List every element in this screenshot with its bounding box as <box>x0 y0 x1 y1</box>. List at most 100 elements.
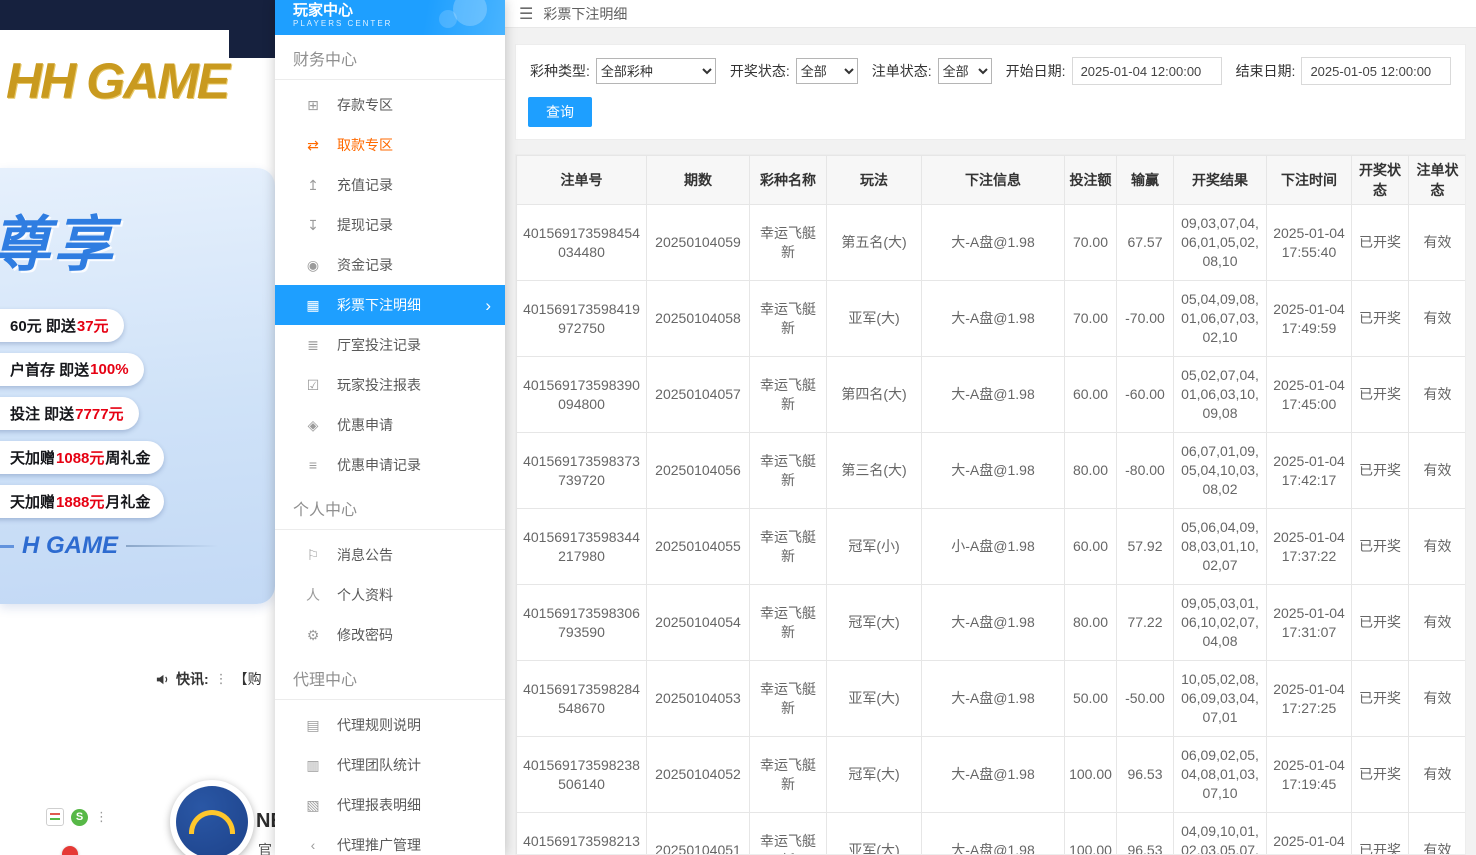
column-header: 期数 <box>647 156 750 205</box>
order-status-select[interactable]: 全部 <box>938 58 992 84</box>
ticker-text[interactable]: 【购 <box>234 669 262 689</box>
table-cell: -50.00 <box>1117 661 1174 737</box>
lottery-type-select[interactable]: 全部彩种 <box>596 58 716 84</box>
team-logo-inner <box>176 786 248 855</box>
table-cell: 幸运飞艇新 <box>750 509 827 585</box>
sidebar-item-label: 代理推广管理 <box>337 835 421 855</box>
promo-panel: 尊享 60元 即送37元户首存 即送100%投注 即送7777元天加赠1088元… <box>0 168 275 604</box>
sidebar-header: 玩家中心 PLAYERS CENTER <box>275 0 505 35</box>
table-cell: 大-A盘@1.98 <box>922 433 1065 509</box>
sidebar-item-label: 优惠申请记录 <box>337 455 421 475</box>
sidebar-item-agent-report-details[interactable]: ▧代理报表明细 <box>275 785 505 825</box>
sidebar-item-change-password[interactable]: ⚙修改密码 <box>275 615 505 655</box>
sidebar-item-label: 消息公告 <box>337 545 393 565</box>
sidebar-item-promo-apply[interactable]: ◈优惠申请 <box>275 405 505 445</box>
promo-offers: 60元 即送37元户首存 即送100%投注 即送7777元天加赠1088元周礼金… <box>0 309 275 518</box>
sidebar-item-agent-promotion[interactable]: ‹ 代理推广管理 <box>275 825 505 855</box>
sidebar-item-player-bet-report[interactable]: ☑玩家投注报表 <box>275 365 505 405</box>
sidebar-item-label: 存款专区 <box>337 95 393 115</box>
brand-rule <box>126 545 218 547</box>
table-cell: 70.00 <box>1065 281 1117 357</box>
end-date-label: 结束日期: <box>1236 61 1296 81</box>
table-row: 40156917359821387879020250104051幸运飞艇新亚军(… <box>517 813 1467 855</box>
table-row: 40156917359834421798020250104055幸运飞艇新冠军(… <box>517 509 1467 585</box>
site-logo: HH GAME <box>6 52 228 110</box>
table-cell: 04,09,10,01,02,03,05,07,06,08 <box>1174 813 1267 855</box>
sidebar-item-funds-records[interactable]: ◉资金记录 <box>275 245 505 285</box>
table-cell: 幸运飞艇新 <box>750 281 827 357</box>
draw-status-select[interactable]: 全部 <box>796 58 858 84</box>
sidebar-section: 财务中心⊞存款专区⇄取款专区↥充值记录↧提现记录◉资金记录▦彩票下注明细›≣厅室… <box>275 35 505 485</box>
sidebar-item-agent-team-stats[interactable]: ▥代理团队统计 <box>275 745 505 785</box>
table-cell: 20250104055 <box>647 509 750 585</box>
sidebar-item-deposit[interactable]: ⊞ 存款专区 <box>275 85 505 125</box>
sidebar-sections: 财务中心⊞存款专区⇄取款专区↥充值记录↧提现记录◉资金记录▦彩票下注明细›≣厅室… <box>275 35 505 855</box>
end-date-input[interactable] <box>1301 57 1451 85</box>
sidebar-item-promo-apply-records[interactable]: ≡优惠申请记录 <box>275 445 505 485</box>
table-cell: 401569173598390094800 <box>517 357 647 433</box>
table-cell: 冠军(大) <box>827 737 922 813</box>
sidebar-item-recharge-records[interactable]: ↥充值记录 <box>275 165 505 205</box>
column-header: 玩法 <box>827 156 922 205</box>
start-date-input[interactable] <box>1072 57 1222 85</box>
table-cell: 第五名(大) <box>827 205 922 281</box>
table-row: 40156917359839009480020250104057幸运飞艇新第四名… <box>517 357 1467 433</box>
table-row: 40156917359830679359020250104054幸运飞艇新冠军(… <box>517 585 1467 661</box>
news-ticker[interactable]: 快讯: ⋮ 【购 <box>155 666 262 692</box>
table-cell: 20250104058 <box>647 281 750 357</box>
column-header: 注单号 <box>517 156 647 205</box>
table-cell: 亚军(大) <box>827 281 922 357</box>
table-cell: 2025-01-04 17:49:59 <box>1267 281 1352 357</box>
sidebar-item-label: 取款专区 <box>337 135 393 155</box>
agent-promotion-share-icon: ‹ <box>303 837 323 853</box>
footer-badges: S ⋮ <box>46 808 108 826</box>
table-cell: 10,05,02,08,06,09,03,04,07,01 <box>1174 661 1267 737</box>
sidebar-item-hall-bet-records[interactable]: ≣厅室投注记录 <box>275 325 505 365</box>
sidebar-item-withdraw-records[interactable]: ↧提现记录 <box>275 205 505 245</box>
table-cell: 第三名(大) <box>827 433 922 509</box>
brand-dash <box>0 545 14 548</box>
table-cell: 2025-01-04 17:27:25 <box>1267 661 1352 737</box>
announcement-bell-icon: ⚐ <box>303 547 323 564</box>
table-cell: 有效 <box>1409 205 1467 281</box>
table-cell: 幸运飞艇新 <box>750 813 827 855</box>
table-cell: 60.00 <box>1065 509 1117 585</box>
sidebar-item-label: 优惠申请 <box>337 415 393 435</box>
sidebar-item-announcements[interactable]: ⚐ 消息公告 <box>275 535 505 575</box>
column-header: 下注信息 <box>922 156 1065 205</box>
bets-table: 注单号期数彩种名称玩法下注信息投注额输赢开奖结果下注时间开奖状态注单状态 401… <box>516 155 1466 855</box>
table-cell: 401569173598419972750 <box>517 281 647 357</box>
table-cell: 09,05,03,01,06,10,02,07,04,08 <box>1174 585 1267 661</box>
dots-icon: ⋮ <box>95 809 108 825</box>
column-header: 开奖状态 <box>1352 156 1409 205</box>
sidebar-item-label: 玩家投注报表 <box>337 375 421 395</box>
table-cell: 401569173598213878790 <box>517 813 647 855</box>
sidebar-item-lottery-bet-details[interactable]: ▦彩票下注明细› <box>275 285 505 325</box>
deposit-icon: ⊞ <box>303 97 323 114</box>
sidebar-section-title: 代理中心 <box>275 655 505 700</box>
hamburger-menu-icon[interactable]: ☰ <box>519 4 533 24</box>
column-header: 开奖结果 <box>1174 156 1267 205</box>
profile-person-icon: 人 <box>303 585 323 605</box>
table-cell: 已开奖 <box>1352 433 1409 509</box>
sidebar-item-profile[interactable]: 人个人资料 <box>275 575 505 615</box>
sidebar-item-agent-rules[interactable]: ▤代理规则说明 <box>275 705 505 745</box>
table-cell: 大-A盘@1.98 <box>922 813 1065 855</box>
table-cell: 幸运飞艇新 <box>750 205 827 281</box>
table-cell: 幸运飞艇新 <box>750 737 827 813</box>
sidebar-item-withdraw[interactable]: ⇄取款专区 <box>275 125 505 165</box>
table-cell: 大-A盘@1.98 <box>922 737 1065 813</box>
table-cell: 2025-01-04 17:45:00 <box>1267 357 1352 433</box>
search-button[interactable]: 查询 <box>528 97 592 127</box>
table-row: 40156917359823850614020250104052幸运飞艇新冠军(… <box>517 737 1467 813</box>
ticker-dots-icon: ⋮ <box>215 671 228 687</box>
promo-offer-pill: 天加赠1888元月礼金 <box>0 485 164 518</box>
table-cell: 401569173598238506140 <box>517 737 647 813</box>
table-cell: 有效 <box>1409 433 1467 509</box>
table-cell: 06,09,02,05,04,08,01,03,07,10 <box>1174 737 1267 813</box>
table-header-row: 注单号期数彩种名称玩法下注信息投注额输赢开奖结果下注时间开奖状态注单状态 <box>517 156 1467 205</box>
table-cell: 57.92 <box>1117 509 1174 585</box>
table-cell: 401569173598284548670 <box>517 661 647 737</box>
table-cell: 67.57 <box>1117 205 1174 281</box>
table-cell: 100.00 <box>1065 813 1117 855</box>
